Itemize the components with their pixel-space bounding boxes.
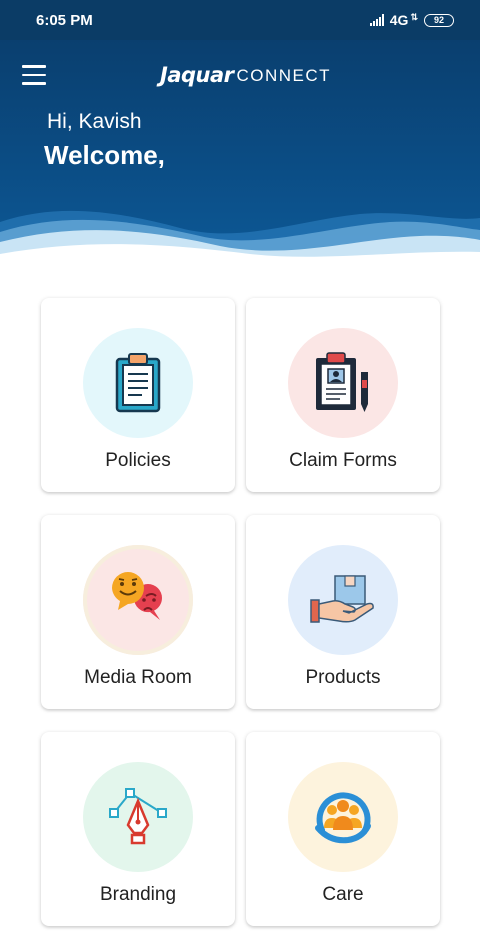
tile-label: Branding <box>99 884 177 905</box>
tile-care[interactable]: Care <box>246 732 440 926</box>
policies-icon-circle <box>83 328 193 438</box>
pen-tool-vector-icon <box>109 788 167 845</box>
products-icon-circle <box>288 545 398 655</box>
tile-media-room[interactable]: Media Room <box>41 515 235 709</box>
tile-label: Claim Forms <box>289 450 397 471</box>
tile-label: Products <box>305 667 381 688</box>
people-care-circle-icon <box>315 792 371 844</box>
emotion-chat-bubbles-icon <box>112 572 162 620</box>
claim-forms-icon-circle <box>288 328 398 438</box>
menu-grid: Policies Claim Forms Media Room Products… <box>0 0 480 933</box>
media-room-icon-circle <box>83 545 193 655</box>
tile-policies[interactable]: Policies <box>41 298 235 492</box>
tile-products[interactable]: Products <box>246 515 440 709</box>
clipboard-document-icon <box>115 353 161 413</box>
branding-icon-circle <box>83 762 193 872</box>
clipboard-form-pen-icon <box>316 352 368 412</box>
tile-label: Policies <box>105 450 171 471</box>
hand-holding-box-icon <box>310 575 374 623</box>
tile-branding[interactable]: Branding <box>41 732 235 926</box>
tile-label: Care <box>322 884 364 905</box>
tile-claim-forms[interactable]: Claim Forms <box>246 298 440 492</box>
tile-label: Media Room <box>84 667 192 688</box>
care-icon-circle <box>288 762 398 872</box>
